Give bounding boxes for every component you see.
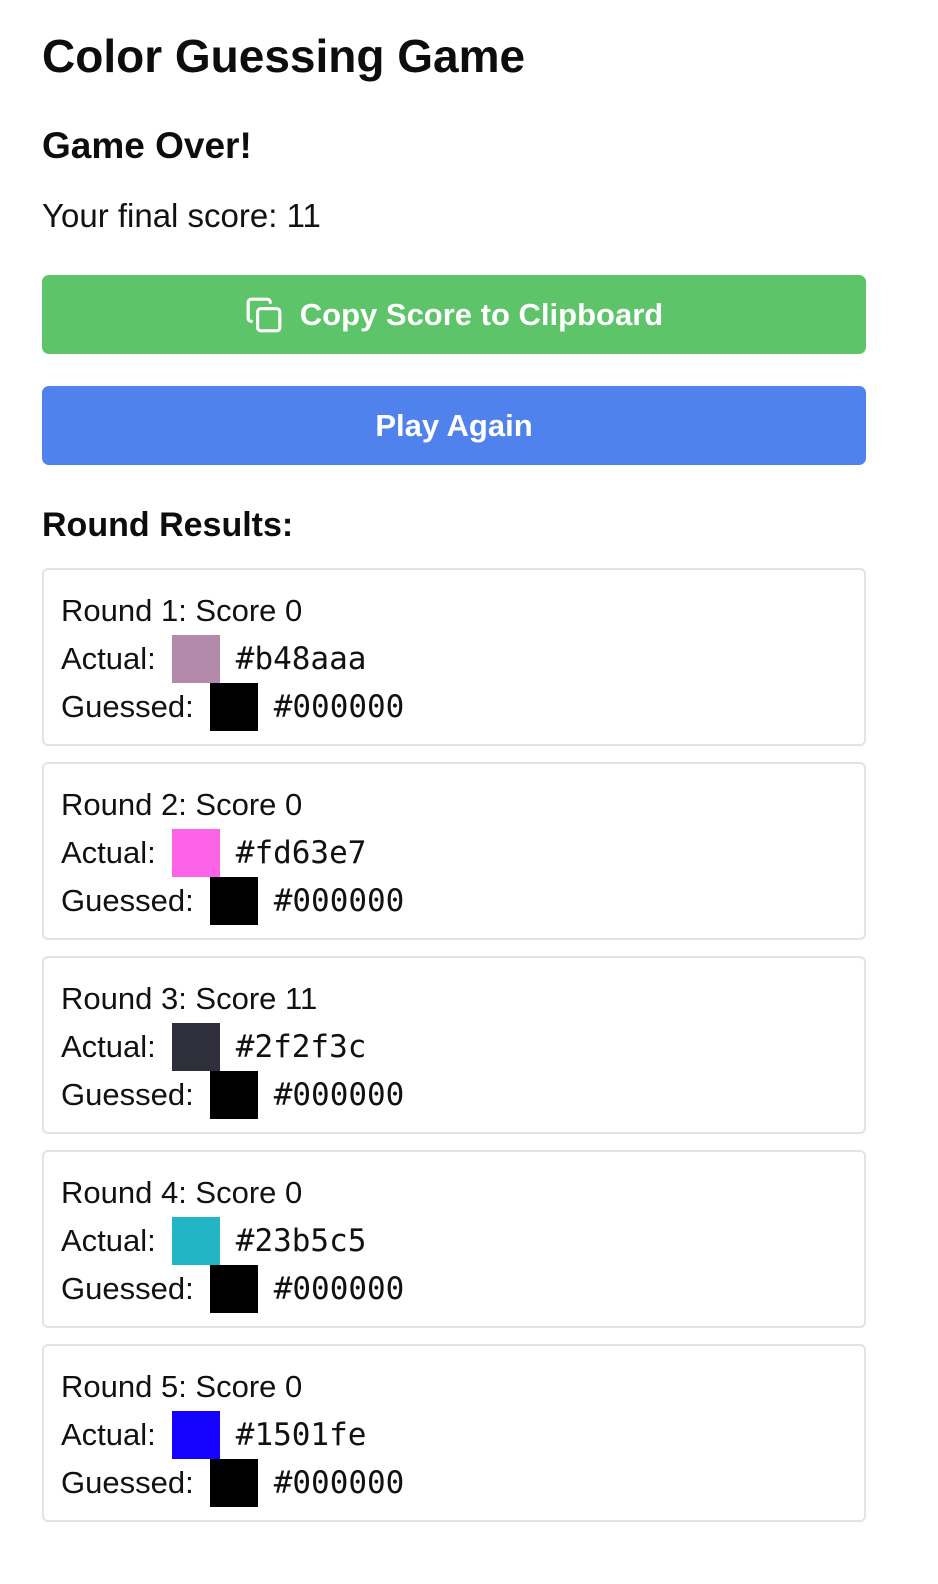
guessed-color-swatch [209, 877, 258, 925]
actual-hex: #2f2f3c [235, 1029, 367, 1065]
round-card: Round 1: Score 0 Actual: #b48aaa Guessed… [42, 568, 866, 746]
round-heading: Round 3: Score 11 [61, 981, 318, 1016]
round-actual-row: Actual: #fd63e7 [61, 829, 366, 877]
guessed-hex: #000000 [273, 689, 405, 725]
round-guessed-row: Guessed: #000000 [61, 1459, 404, 1507]
guessed-color-swatch [209, 1265, 258, 1313]
actual-hex: #fd63e7 [235, 835, 367, 871]
round-guessed-row: Guessed: #000000 [61, 1265, 404, 1313]
play-again-button[interactable]: Play Again [42, 386, 866, 465]
guessed-label: Guessed: [61, 1271, 194, 1306]
round-results-title: Round Results: [42, 506, 294, 544]
guessed-hex: #000000 [273, 883, 405, 919]
round-heading: Round 1: Score 0 [61, 593, 303, 628]
copy-score-button[interactable]: Copy Score to Clipboard [42, 275, 866, 354]
actual-hex: #23b5c5 [235, 1223, 367, 1259]
final-score-text: Your final score: 11 [42, 197, 321, 234]
round-guessed-row: Guessed: #000000 [61, 877, 404, 925]
round-actual-row: Actual: #2f2f3c [61, 1023, 366, 1071]
round-card: Round 2: Score 0 Actual: #fd63e7 Guessed… [42, 762, 866, 940]
round-actual-row: Actual: #1501fe [61, 1411, 366, 1459]
actual-hex: #b48aaa [235, 641, 367, 677]
round-guessed-row: Guessed: #000000 [61, 1071, 404, 1119]
round-actual-row: Actual: #b48aaa [61, 635, 366, 683]
actual-label: Actual: [61, 1029, 156, 1064]
guessed-label: Guessed: [61, 883, 194, 918]
copy-icon [245, 296, 283, 334]
guessed-hex: #000000 [273, 1271, 405, 1307]
actual-color-swatch [171, 829, 220, 877]
actual-color-swatch [171, 635, 220, 683]
actual-hex: #1501fe [235, 1417, 367, 1453]
page-title: Color Guessing Game [42, 30, 526, 82]
guessed-color-swatch [209, 683, 258, 731]
actual-label: Actual: [61, 1223, 156, 1258]
round-results-list: Round 1: Score 0 Actual: #b48aaa Guessed… [42, 568, 866, 1538]
guessed-label: Guessed: [61, 1077, 194, 1112]
round-card: Round 4: Score 0 Actual: #23b5c5 Guessed… [42, 1150, 866, 1328]
guessed-color-swatch [209, 1459, 258, 1507]
round-actual-row: Actual: #23b5c5 [61, 1217, 366, 1265]
round-guessed-row: Guessed: #000000 [61, 683, 404, 731]
actual-label: Actual: [61, 1417, 156, 1452]
guessed-label: Guessed: [61, 689, 194, 724]
round-heading: Round 5: Score 0 [61, 1369, 303, 1404]
play-again-label: Play Again [375, 407, 533, 443]
copy-score-label: Copy Score to Clipboard [299, 296, 664, 332]
guessed-color-swatch [209, 1071, 258, 1119]
guessed-label: Guessed: [61, 1465, 194, 1500]
actual-label: Actual: [61, 835, 156, 870]
round-heading: Round 4: Score 0 [61, 1175, 303, 1210]
guessed-hex: #000000 [273, 1465, 405, 1501]
actual-label: Actual: [61, 641, 156, 676]
game-over-heading: Game Over! [42, 125, 252, 166]
round-card: Round 5: Score 0 Actual: #1501fe Guessed… [42, 1344, 866, 1522]
actual-color-swatch [171, 1217, 220, 1265]
actual-color-swatch [171, 1023, 220, 1071]
actual-color-swatch [171, 1411, 220, 1459]
round-heading: Round 2: Score 0 [61, 787, 303, 822]
guessed-hex: #000000 [273, 1077, 405, 1113]
round-card: Round 3: Score 11 Actual: #2f2f3c Guesse… [42, 956, 866, 1134]
